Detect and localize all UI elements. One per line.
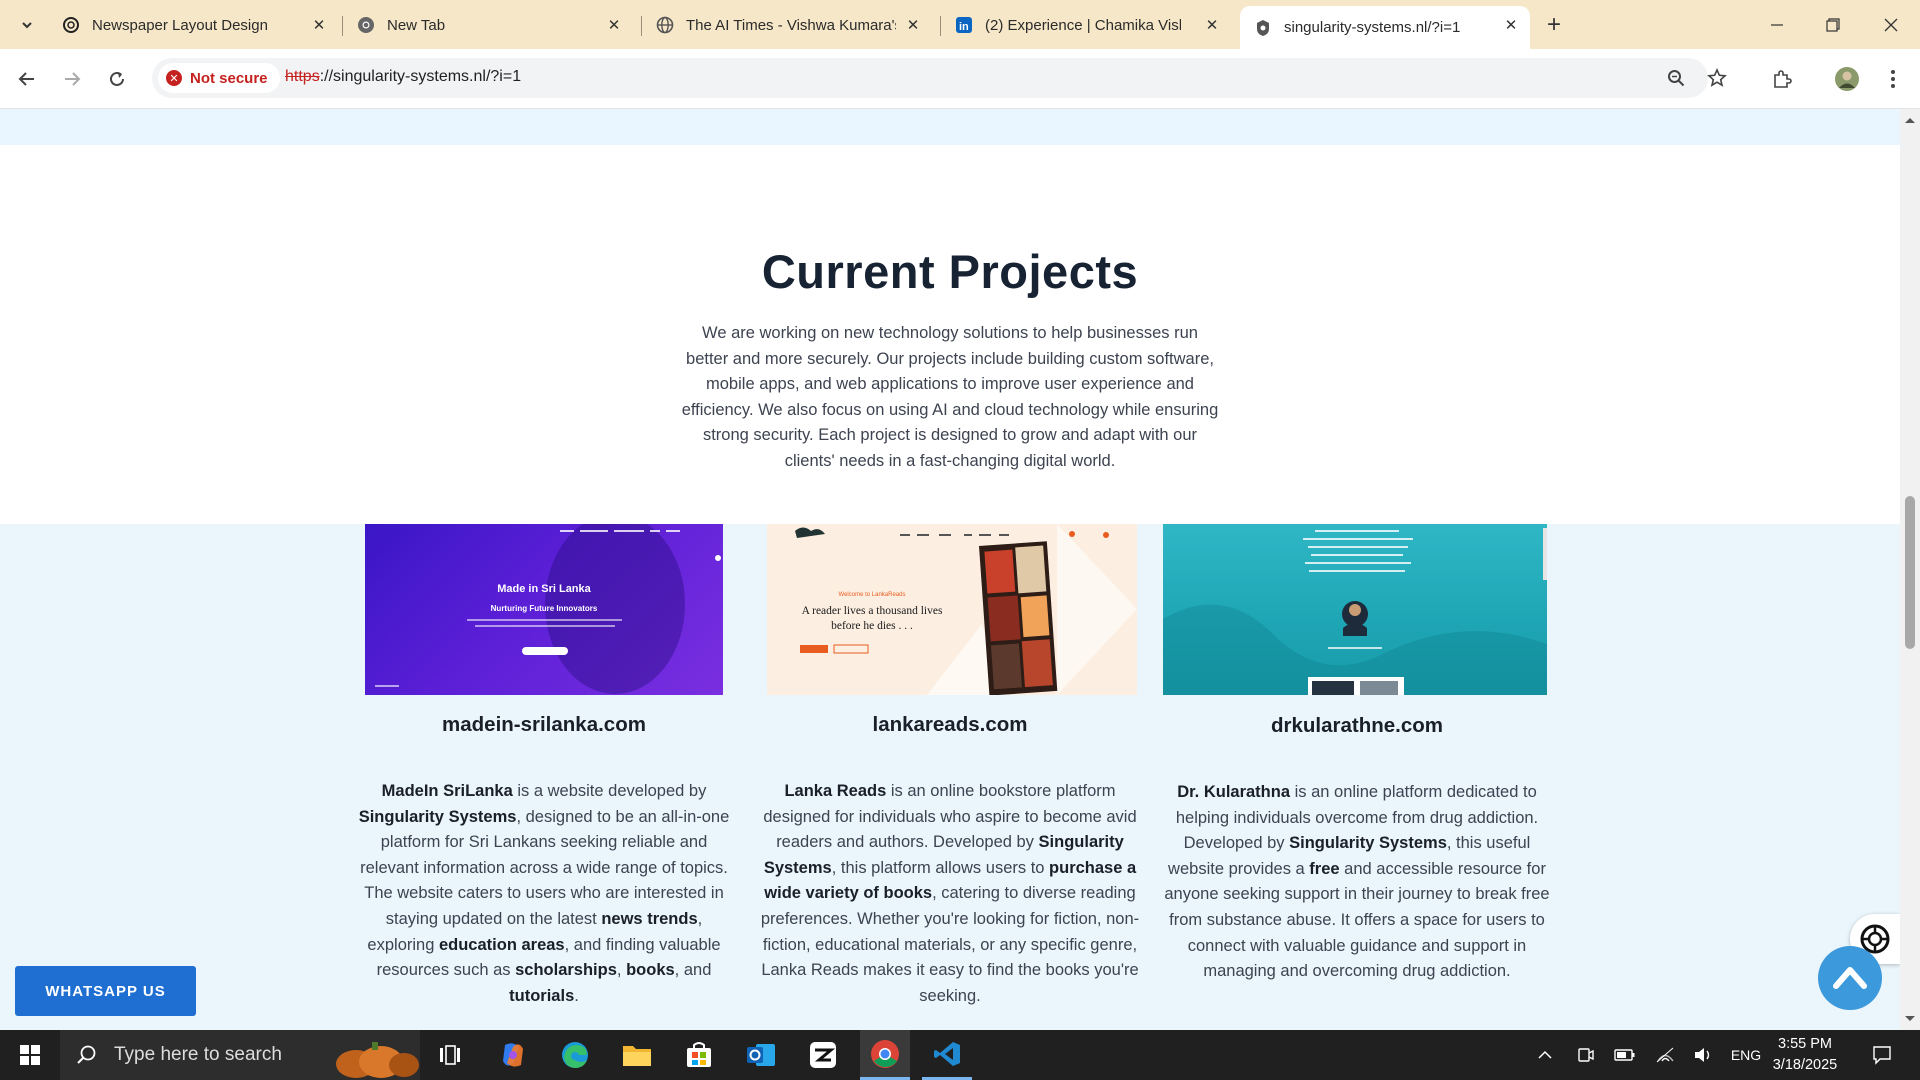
warning-icon: ✕ [166, 70, 182, 86]
meet-now-icon[interactable] [1572, 1030, 1600, 1080]
scrollbar-thumb[interactable] [1905, 496, 1915, 649]
tab-singularity-systems[interactable]: singularity-systems.nl/?i=1 ✕ [1240, 6, 1530, 49]
vscode-icon[interactable] [922, 1030, 972, 1080]
previous-section-band [0, 109, 1900, 145]
chevron-up-icon [1833, 967, 1867, 989]
back-icon[interactable] [11, 63, 43, 95]
chrome-icon [357, 16, 375, 34]
address-bar[interactable]: ✕ Not secure https://singularity-systems… [152, 58, 1727, 98]
security-label: Not secure [190, 69, 268, 87]
wifi-icon[interactable] [1650, 1030, 1680, 1080]
edge-icon[interactable] [550, 1030, 600, 1080]
close-window-button[interactable] [1868, 10, 1914, 40]
globe-icon [656, 16, 674, 34]
battery-icon[interactable] [1610, 1030, 1640, 1080]
tab-title: The AI Times - Vishwa Kumara's [686, 16, 896, 34]
show-hidden-icons[interactable] [1530, 1030, 1560, 1080]
extensions-icon[interactable] [1766, 63, 1798, 95]
copilot-icon[interactable] [488, 1030, 538, 1080]
taskbar-search[interactable]: Type here to search [60, 1030, 420, 1080]
restore-button[interactable] [1810, 10, 1856, 40]
project-title[interactable]: lankareads.com [746, 713, 1154, 737]
close-tab-icon[interactable]: ✕ [1502, 16, 1520, 34]
tab-title: Newspaper Layout Design [92, 16, 268, 34]
close-tab-icon[interactable]: ✕ [904, 16, 922, 34]
notifications-icon[interactable] [1862, 1030, 1902, 1080]
forward-icon[interactable] [56, 63, 88, 95]
page-viewport: Current Projects We are working on new t… [0, 109, 1900, 1030]
outlook-icon[interactable] [736, 1030, 786, 1080]
whatsapp-button[interactable]: WHATSAPP US [15, 966, 196, 1016]
section-description: We are working on new technology solutio… [681, 324, 1219, 470]
scroll-down-arrow-icon[interactable] [1900, 1012, 1920, 1026]
minimize-button[interactable] [1754, 10, 1800, 40]
tab-title: New Tab [387, 16, 446, 34]
profile-avatar[interactable] [1831, 63, 1863, 95]
security-chip[interactable]: ✕ Not secure [158, 63, 280, 93]
clock-time: 3:55 PM [1778, 1036, 1832, 1052]
url-rest: ://singularity-systems.nl/?i=1 [319, 68, 522, 85]
project-description: MadeIn SriLanka is a website developed b… [358, 782, 730, 1005]
tab-strip: Newspaper Layout Design ✕ New Tab ✕ The … [0, 0, 1920, 49]
clock-date: 3/18/2025 [1772, 1057, 1838, 1073]
chrome-taskbar-icon[interactable] [860, 1030, 910, 1080]
browser-toolbar: ✕ Not secure https://singularity-systems… [0, 49, 1920, 109]
section-title: Current Projects [761, 245, 1139, 298]
task-view-icon[interactable] [427, 1030, 473, 1080]
drkularathne-screenshot[interactable] [1163, 524, 1547, 695]
page-scrollbar[interactable] [1900, 109, 1920, 1030]
site-preview-graphic [1163, 528, 1547, 695]
svg-text:in: in [959, 21, 969, 33]
url-text[interactable]: https://singularity-systems.nl/?i=1 [285, 68, 521, 86]
preview-subheading: Nurturing Future Innovators [490, 604, 598, 613]
zoom-icon[interactable] [1660, 62, 1692, 94]
lankareads-screenshot[interactable]: Welcome to LankaReads A reader lives a t… [767, 524, 1137, 695]
volume-icon[interactable] [1688, 1030, 1718, 1080]
project-description: Lanka Reads is an online bookstore platf… [760, 782, 1140, 1005]
taskbar: Type here to search ENG 3:55 PM 3/18/202… [0, 1030, 1920, 1080]
search-placeholder: Type here to search [114, 1044, 282, 1065]
capcut-icon[interactable] [798, 1030, 848, 1080]
system-clock[interactable]: 3:55 PM 3/18/2025 [1760, 1034, 1850, 1076]
project-title[interactable]: madein-srilanka.com [340, 713, 748, 737]
search-highlight-icon [336, 1042, 419, 1078]
url-scheme: https [285, 68, 320, 85]
linkedin-icon: in [955, 16, 973, 34]
windows-start-icon[interactable] [6, 1030, 54, 1080]
tab-ai-times[interactable]: The AI Times - Vishwa Kumara's ✕ [642, 6, 932, 44]
new-tab-button[interactable]: + [1541, 11, 1567, 38]
preview-welcome: Welcome to LankaReads [838, 592, 906, 598]
menu-icon[interactable] [1877, 63, 1909, 95]
bookmark-star-icon[interactable] [1701, 62, 1733, 94]
project-title[interactable]: drkularathne.com [1153, 714, 1561, 738]
file-explorer-icon[interactable] [612, 1030, 662, 1080]
tab-new-tab[interactable]: New Tab ✕ [343, 6, 633, 44]
madein-srilanka-screenshot[interactable]: Made in Sri Lanka Nurturing Future Innov… [365, 524, 723, 695]
close-tab-icon[interactable]: ✕ [605, 16, 623, 34]
preview-heading: Made in Sri Lanka [497, 583, 591, 595]
tab-search-button[interactable] [14, 12, 40, 38]
reload-icon[interactable] [101, 63, 133, 95]
project-description: Dr. Kularathna is an online platform ded… [1164, 783, 1550, 981]
openai-icon [62, 16, 80, 34]
site-icon [1254, 19, 1272, 37]
scroll-to-top-button[interactable] [1818, 946, 1882, 1010]
preview-heading: A reader lives a thousand lives before h… [801, 605, 943, 632]
search-icon [77, 1045, 96, 1064]
close-tab-icon[interactable]: ✕ [1203, 16, 1221, 34]
microsoft-store-icon[interactable] [674, 1030, 724, 1080]
tab-title: singularity-systems.nl/?i=1 [1284, 19, 1461, 36]
close-tab-icon[interactable]: ✕ [310, 16, 328, 34]
scroll-up-arrow-icon[interactable] [1900, 113, 1920, 127]
tab-linkedin[interactable]: in (2) Experience | Chamika Vishwa ✕ [941, 6, 1231, 44]
tab-newspaper-layout[interactable]: Newspaper Layout Design ✕ [48, 6, 338, 44]
tab-title: (2) Experience | Chamika Vishwa [985, 16, 1181, 34]
